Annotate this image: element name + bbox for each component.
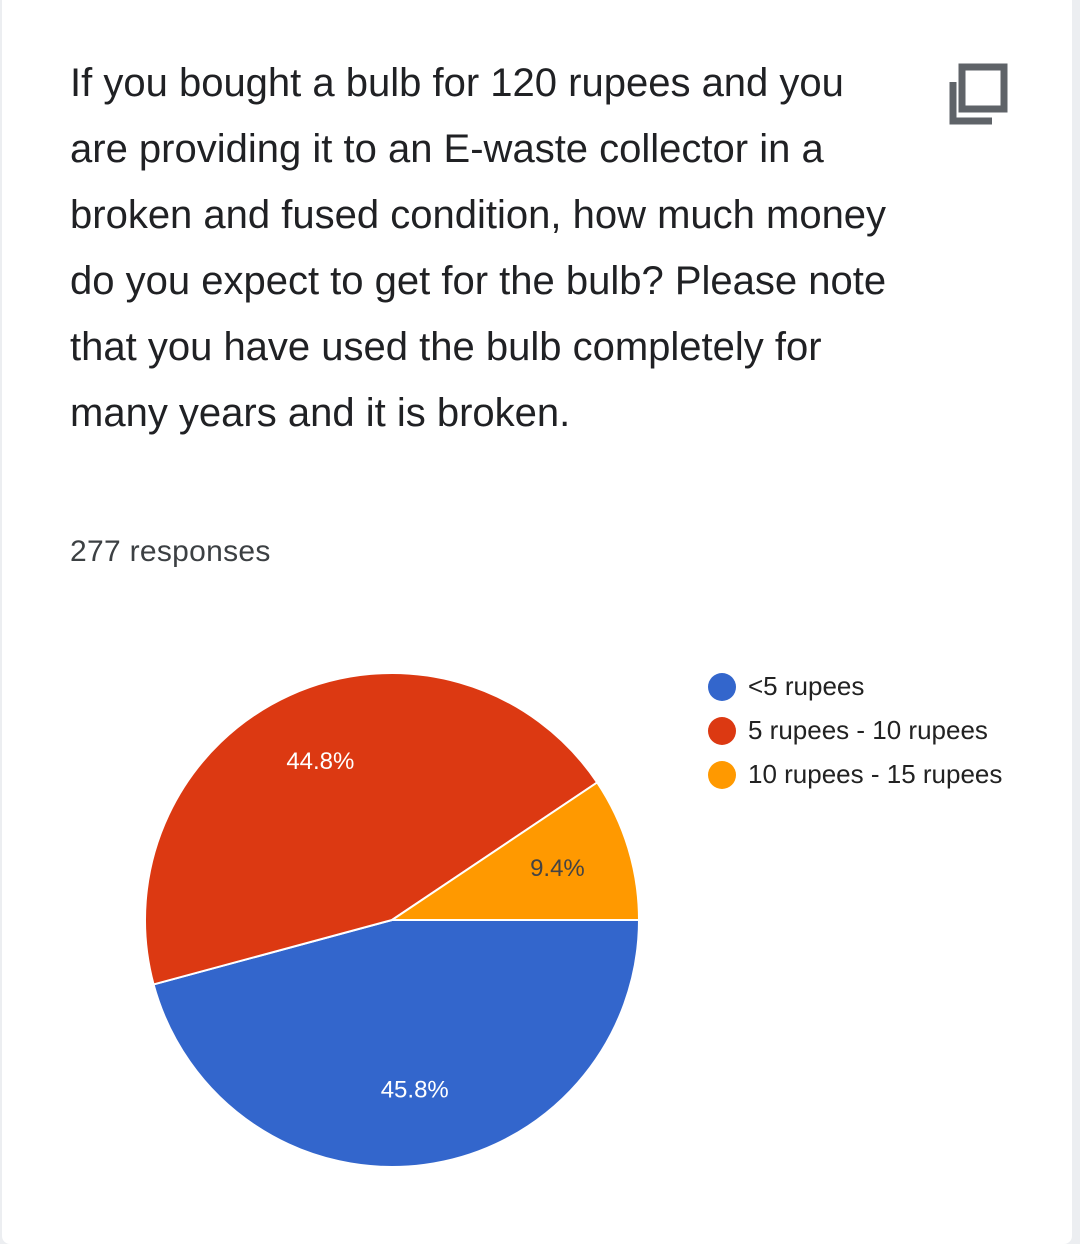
legend-label: <5 rupees	[748, 671, 865, 701]
pie-slice-label-1: 44.8%	[286, 748, 354, 775]
legend-label: 10 rupees - 15 rupees	[748, 759, 1003, 789]
pie-slice-label-2: 9.4%	[530, 855, 585, 882]
question-title: If you bought a bulb for 120 rupees and …	[70, 61, 887, 435]
legend-item-1[interactable]: 5 rupees - 10 rupees	[708, 712, 1028, 748]
legend-swatch-icon	[708, 673, 736, 701]
legend-swatch-icon	[708, 717, 736, 745]
pie-slice-label-0: 45.8%	[381, 1077, 449, 1104]
legend-item-0[interactable]: <5 rupees	[708, 668, 1028, 704]
response-card: If you bought a bulb for 120 rupees and …	[2, 0, 1072, 1244]
pie-chart: 45.8% 44.8% 9.4%	[144, 672, 641, 1168]
copy-chart-icon	[949, 63, 1008, 125]
legend-label: 5 rupees - 10 rupees	[748, 715, 988, 745]
legend-item-2[interactable]: 10 rupees - 15 rupees	[708, 756, 1028, 792]
legend-swatch-icon	[708, 761, 736, 789]
response-count: 277 responses	[70, 535, 271, 568]
copy-chart-button[interactable]	[947, 60, 1011, 130]
chart-legend: <5 rupees 5 rupees - 10 rupees 10 rupees -…	[708, 668, 1028, 800]
